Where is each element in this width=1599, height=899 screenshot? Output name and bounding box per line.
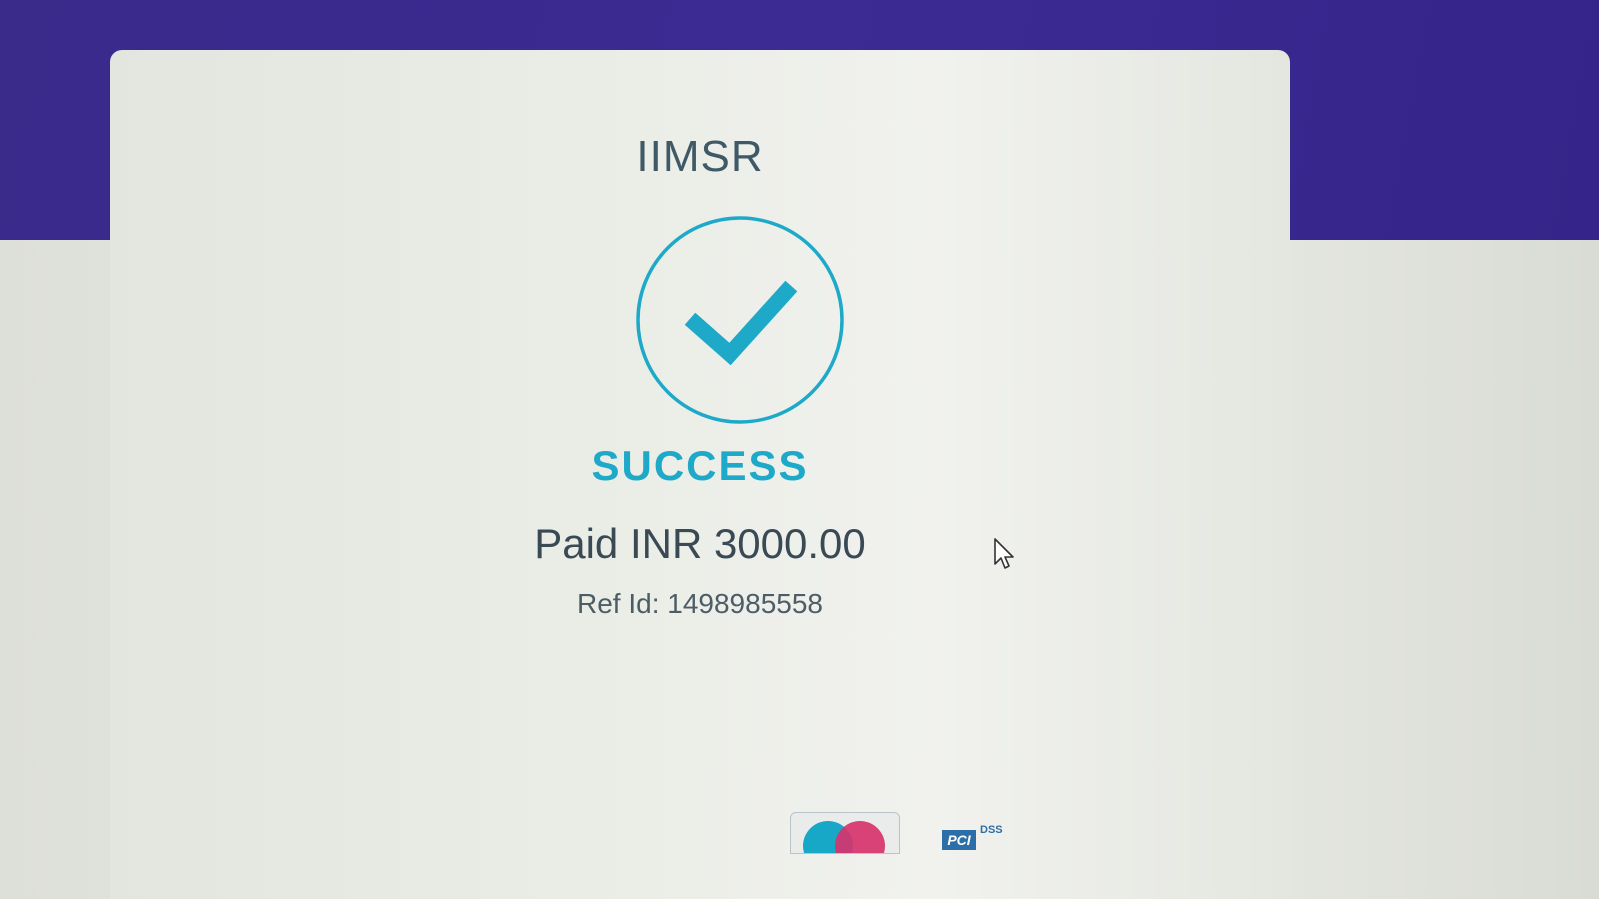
payment-badges: PCI DSS	[790, 812, 1050, 854]
pci-label: PCI	[942, 830, 976, 850]
mastercard-logo	[790, 812, 900, 854]
pci-dss-logo: PCI DSS	[942, 824, 1022, 850]
dss-label: DSS	[980, 824, 1003, 836]
check-circle-icon	[634, 214, 846, 426]
payment-result-card: IIMSR SUCCESS Paid INR 3000.00 Ref Id: 1…	[110, 50, 1290, 899]
mouse-pointer-icon	[993, 537, 1017, 571]
paid-amount: Paid INR 3000.00	[534, 520, 866, 567]
reference-id: Ref Id: 1498985558	[577, 588, 823, 619]
merchant-name: IIMSR	[636, 132, 764, 181]
payment-status: SUCCESS	[591, 442, 809, 489]
